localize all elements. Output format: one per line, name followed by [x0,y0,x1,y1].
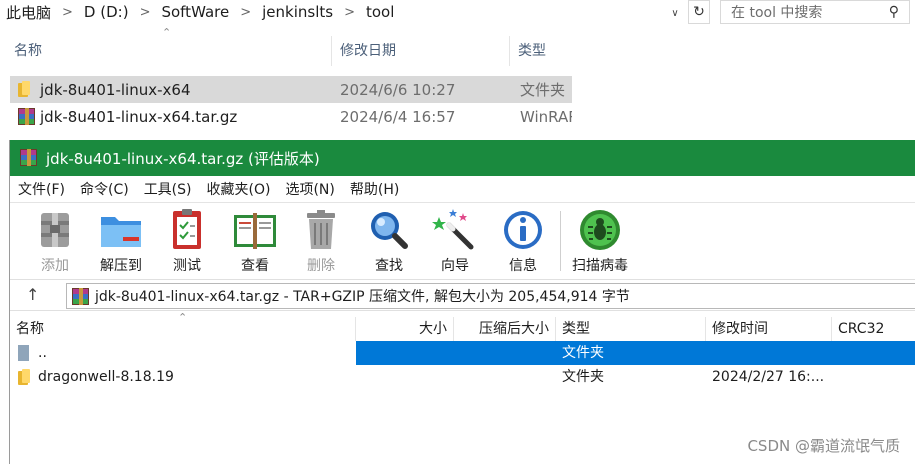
table-row[interactable]: .. 文件夹 [10,341,915,365]
view-button-label: 查看 [241,258,269,274]
item-type: 文件夹 [520,81,566,99]
find-button[interactable]: 查找 [358,207,420,277]
list-item[interactable]: jdk-8u401-linux-x64.tar.gz 2024/6/4 16:5… [10,103,572,130]
file-explorer-window: 此电脑 > D (D:) > SoftWare > jenkinslts > t… [0,0,915,140]
row-selection-highlight [356,341,915,365]
extract-to-button[interactable]: 解压到 [90,207,152,277]
item-date: 2024/6/4 16:57 [340,107,456,126]
wizard-button-label: 向导 [441,258,469,274]
menu-help[interactable]: 帮助(H) [342,179,406,199]
row-name: .. [38,345,47,361]
column-header-modified[interactable]: 修改时间 [706,317,832,341]
column-header-name[interactable]: 名称 [10,317,356,341]
search-placeholder: 在 tool 中搜索 [731,5,823,21]
view-book-icon [231,207,279,253]
menu-commands[interactable]: 命令(C) [72,179,136,199]
breadcrumb-separator-icon: > [344,4,355,20]
info-button[interactable]: 信息 [492,207,554,277]
table-row[interactable]: dragonwell-8.18.19 文件夹 2024/2/27 16:... [10,365,915,389]
winrar-window: jdk-8u401-linux-x64.tar.gz (评估版本) 文件(F) … [9,140,915,464]
toolbar-separator [560,211,561,271]
row-unfocused-area [10,341,356,365]
archive-path-text: jdk-8u401-linux-x64.tar.gz - TAR+GZIP 压缩… [95,289,630,305]
delete-button-label: 删除 [307,258,335,274]
test-button-label: 测试 [173,258,201,274]
menu-bar: 文件(F) 命令(C) 工具(S) 收藏夹(O) 选项(N) 帮助(H) [10,176,915,202]
breadcrumb-drive-d[interactable]: D (D:) [84,3,129,21]
sort-ascending-icon: ⌃ [162,26,172,39]
item-name: jdk-8u401-linux-x64.tar.gz [40,107,238,126]
info-icon [499,207,547,253]
delete-button[interactable]: 删除 [290,207,352,277]
row-modified: 2024/2/27 16:... [712,369,825,385]
breadcrumb-separator-icon: > [240,4,252,20]
rar-archive-icon [20,149,37,166]
refresh-icon: ↻ [693,4,705,20]
extract-to-folder-icon [97,207,145,253]
column-header-type[interactable]: 类型 [556,317,706,341]
wizard-button[interactable]: 向导 [424,207,486,277]
virus-scan-button[interactable]: 扫描病毒 [566,207,634,277]
view-button[interactable]: 查看 [224,207,286,277]
breadcrumb-software[interactable]: SoftWare [161,3,229,21]
menu-options[interactable]: 选项(N) [277,179,341,199]
add-archive-icon [31,207,79,253]
up-one-level-icon[interactable]: ↑ [26,285,39,304]
watermark-text: CSDN @霸道流氓气质 [747,437,900,455]
rar-archive-icon [72,288,89,305]
column-header-packed-size[interactable]: 压缩后大小 [454,317,556,341]
item-date: 2024/6/6 10:27 [340,80,456,99]
breadcrumb-tool[interactable]: tool [366,3,394,21]
window-title: jdk-8u401-linux-x64.tar.gz (评估版本) [46,149,320,168]
row-type: 文件夹 [562,369,604,385]
breadcrumb-separator-icon: > [62,4,73,20]
magnifier-icon [365,207,413,253]
title-bar[interactable]: jdk-8u401-linux-x64.tar.gz (评估版本) [10,140,915,176]
column-header-size[interactable]: 大小 [356,317,454,341]
column-header-date[interactable]: 修改日期 [332,36,510,66]
add-button-label: 添加 [41,258,69,274]
address-history-dropdown[interactable]: ∨ [665,4,685,22]
menu-favorites[interactable]: 收藏夹(O) [199,179,278,199]
breadcrumb-jenkinslts[interactable]: jenkinslts [262,3,333,21]
list-item[interactable]: jdk-8u401-linux-x64 2024/6/6 10:27 文件夹 [10,76,572,103]
menu-tools[interactable]: 工具(S) [136,179,199,199]
archive-path-field[interactable]: jdk-8u401-linux-x64.tar.gz - TAR+GZIP 压缩… [66,283,915,309]
explorer-column-header: 名称 修改日期 类型 [0,36,580,66]
toolbar: 添加 解压到 测试 查看 删除 查找 向导 信息 扫描病毒 [10,202,915,278]
path-bar: ↑ jdk-8u401-linux-x64.tar.gz - TAR+GZIP … [10,279,915,311]
breadcrumb-separator-icon: > [139,4,151,20]
virus-scan-button-label: 扫描病毒 [572,258,628,274]
test-button[interactable]: 测试 [156,207,218,277]
folder-icon [18,369,32,385]
find-button-label: 查找 [375,258,403,274]
test-clipboard-icon [163,207,211,253]
breadcrumb-this-pc[interactable]: 此电脑 [6,2,51,23]
folder-icon [18,81,32,97]
row-type: 文件夹 [562,345,604,361]
column-header-name[interactable]: 名称 [6,36,332,66]
parent-folder-icon [18,345,29,361]
virus-scan-icon [576,207,624,253]
menu-file[interactable]: 文件(F) [10,179,72,199]
rar-archive-icon [18,108,35,125]
archive-column-header: 名称 大小 压缩后大小 类型 修改时间 CRC32 [10,317,915,341]
chevron-down-icon: ∨ [671,7,679,19]
add-button[interactable]: 添加 [24,207,86,277]
info-button-label: 信息 [509,258,537,274]
row-name: dragonwell-8.18.19 [38,369,174,385]
address-bar[interactable]: 此电脑 > D (D:) > SoftWare > jenkinslts > t… [0,0,685,24]
item-name: jdk-8u401-linux-x64 [40,80,191,99]
column-header-type[interactable]: 类型 [510,36,580,66]
search-icon: ⚲ [888,4,899,20]
column-header-crc32[interactable]: CRC32 [832,317,915,341]
item-type: WinRAR [520,107,572,126]
search-input[interactable]: 在 tool 中搜索 ⚲ [720,0,910,24]
trash-can-icon [297,207,345,253]
wizard-wand-icon [431,207,479,253]
extract-to-button-label: 解压到 [100,258,142,274]
refresh-button[interactable]: ↻ [688,0,710,24]
